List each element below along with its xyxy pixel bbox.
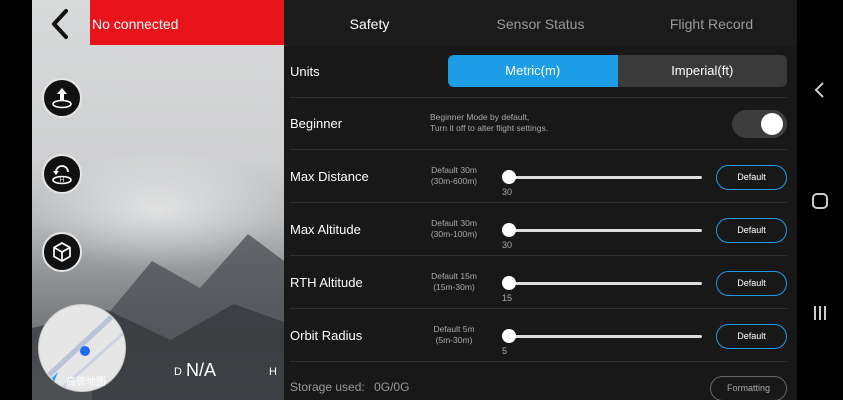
max-altitude-label: Max Altitude [290,222,361,237]
units-row: Units Metric(m) Imperial(ft) [290,46,787,98]
max-distance-default-info: Default 30m (30m-600m) [414,165,494,187]
storage-info: Storage used: 0G/0G [290,380,409,394]
return-home-button[interactable]: H [42,154,82,194]
max-distance-slider-track[interactable] [508,176,702,179]
beginner-toggle[interactable] [732,110,787,138]
beginner-row: Beginner Beginner Mode by default, Turn … [290,98,787,150]
max-altitude-row: Max Altitude Default 30m (30m-100m) 30 D… [290,204,787,256]
distance-label: D [174,366,182,378]
rth-altitude-default-button[interactable]: Default [716,271,787,296]
rth-altitude-value: 15 [502,293,513,303]
max-altitude-value: 30 [502,240,513,250]
orbit-radius-default-line2: (5m-30m) [435,335,473,345]
units-label: Units [290,64,320,79]
nav-home-icon[interactable] [809,190,831,212]
settings-panel: Safety Sensor Status Flight Record Units… [284,0,797,400]
max-altitude-slider-track[interactable] [508,229,702,232]
orbit-radius-default-button[interactable]: Default [716,324,787,349]
svg-text:H: H [60,178,64,184]
orbit-radius-value: 5 [502,346,508,356]
takeoff-button[interactable] [42,78,82,118]
back-arrow-icon [52,9,68,39]
nav-recents-icon[interactable] [809,302,831,324]
max-altitude-default-line1: Default 30m [431,218,477,228]
rth-altitude-label: RTH Altitude [290,275,363,290]
max-distance-row: Max Distance Default 30m (30m-600m) 30 D… [290,151,787,203]
distance-value: N/A [186,360,217,380]
orbit-radius-default-info: Default 5m (5m-30m) [414,324,494,346]
max-altitude-slider-handle[interactable] [502,223,516,237]
orbit-radius-row: Orbit Radius Default 5m (5m-30m) 5 Defau… [290,310,787,362]
max-distance-label: Max Distance [290,169,369,184]
beginner-label: Beginner [290,116,343,131]
height-label: H [269,366,277,378]
drone-position-dot [80,346,90,356]
location-arrow-icon [48,372,58,382]
connection-status-text: No connected [92,16,179,32]
max-altitude-default-info: Default 30m (30m-100m) [414,218,494,240]
units-imperial-option[interactable]: Imperial(ft) [618,55,788,87]
max-distance-default-line1: Default 30m [431,165,477,175]
max-altitude-default-line2: (30m-100m) [430,229,478,239]
max-altitude-default-button[interactable]: Default [716,218,787,243]
rth-altitude-row: RTH Altitude Default 15m (15m-30m) 15 De… [290,257,787,309]
orbit-radius-slider-track[interactable] [508,335,702,338]
takeoff-icon [52,88,72,109]
beginner-toggle-knob [761,113,783,135]
formatting-button[interactable]: Formatting [710,376,787,400]
connection-status-banner: No connected [90,0,284,45]
orbit-radius-slider-handle[interactable] [502,329,516,343]
tab-flight-record[interactable]: Flight Record [626,0,797,46]
rth-altitude-slider-track[interactable] [508,282,702,285]
beginner-description-line2: Turn it off to alter flight settings. [430,123,549,133]
units-segmented-control: Metric(m) Imperial(ft) [448,55,787,87]
beginner-description-line1: Beginner Mode by default, [430,112,530,122]
rth-altitude-slider-handle[interactable] [502,276,516,290]
units-metric-option[interactable]: Metric(m) [448,55,618,87]
max-distance-default-button[interactable]: Default [716,165,787,190]
tab-safety[interactable]: Safety [284,0,455,46]
settings-tabs: Safety Sensor Status Flight Record [284,0,797,46]
return-home-icon: H [52,165,72,185]
max-distance-default-line2: (30m-600m) [430,176,478,186]
nav-back-icon[interactable] [809,79,831,101]
back-button[interactable] [44,6,80,42]
orbit-radius-label: Orbit Radius [290,328,363,343]
rth-altitude-default-line1: Default 15m [431,271,477,281]
storage-value: 0G/0G [374,380,410,394]
cube-icon [53,242,71,262]
orbit-radius-default-line1: Default 5m [433,324,475,334]
app-screen: No connected H 高德地图 D N/A H Safety Senso… [0,0,843,400]
cube-mode-button[interactable] [42,232,82,272]
max-distance-value: 30 [502,187,513,197]
tab-sensor-status[interactable]: Sensor Status [455,0,626,46]
system-nav-bar [797,0,843,400]
storage-label: Storage used: [290,380,365,394]
max-distance-slider-handle[interactable] [502,170,516,184]
map-provider-label: 高德地图 [66,377,106,388]
rth-altitude-default-line2: (15m-30m) [433,282,475,292]
beginner-description: Beginner Mode by default, Turn it off to… [430,112,548,134]
rth-altitude-default-info: Default 15m (15m-30m) [414,271,494,293]
